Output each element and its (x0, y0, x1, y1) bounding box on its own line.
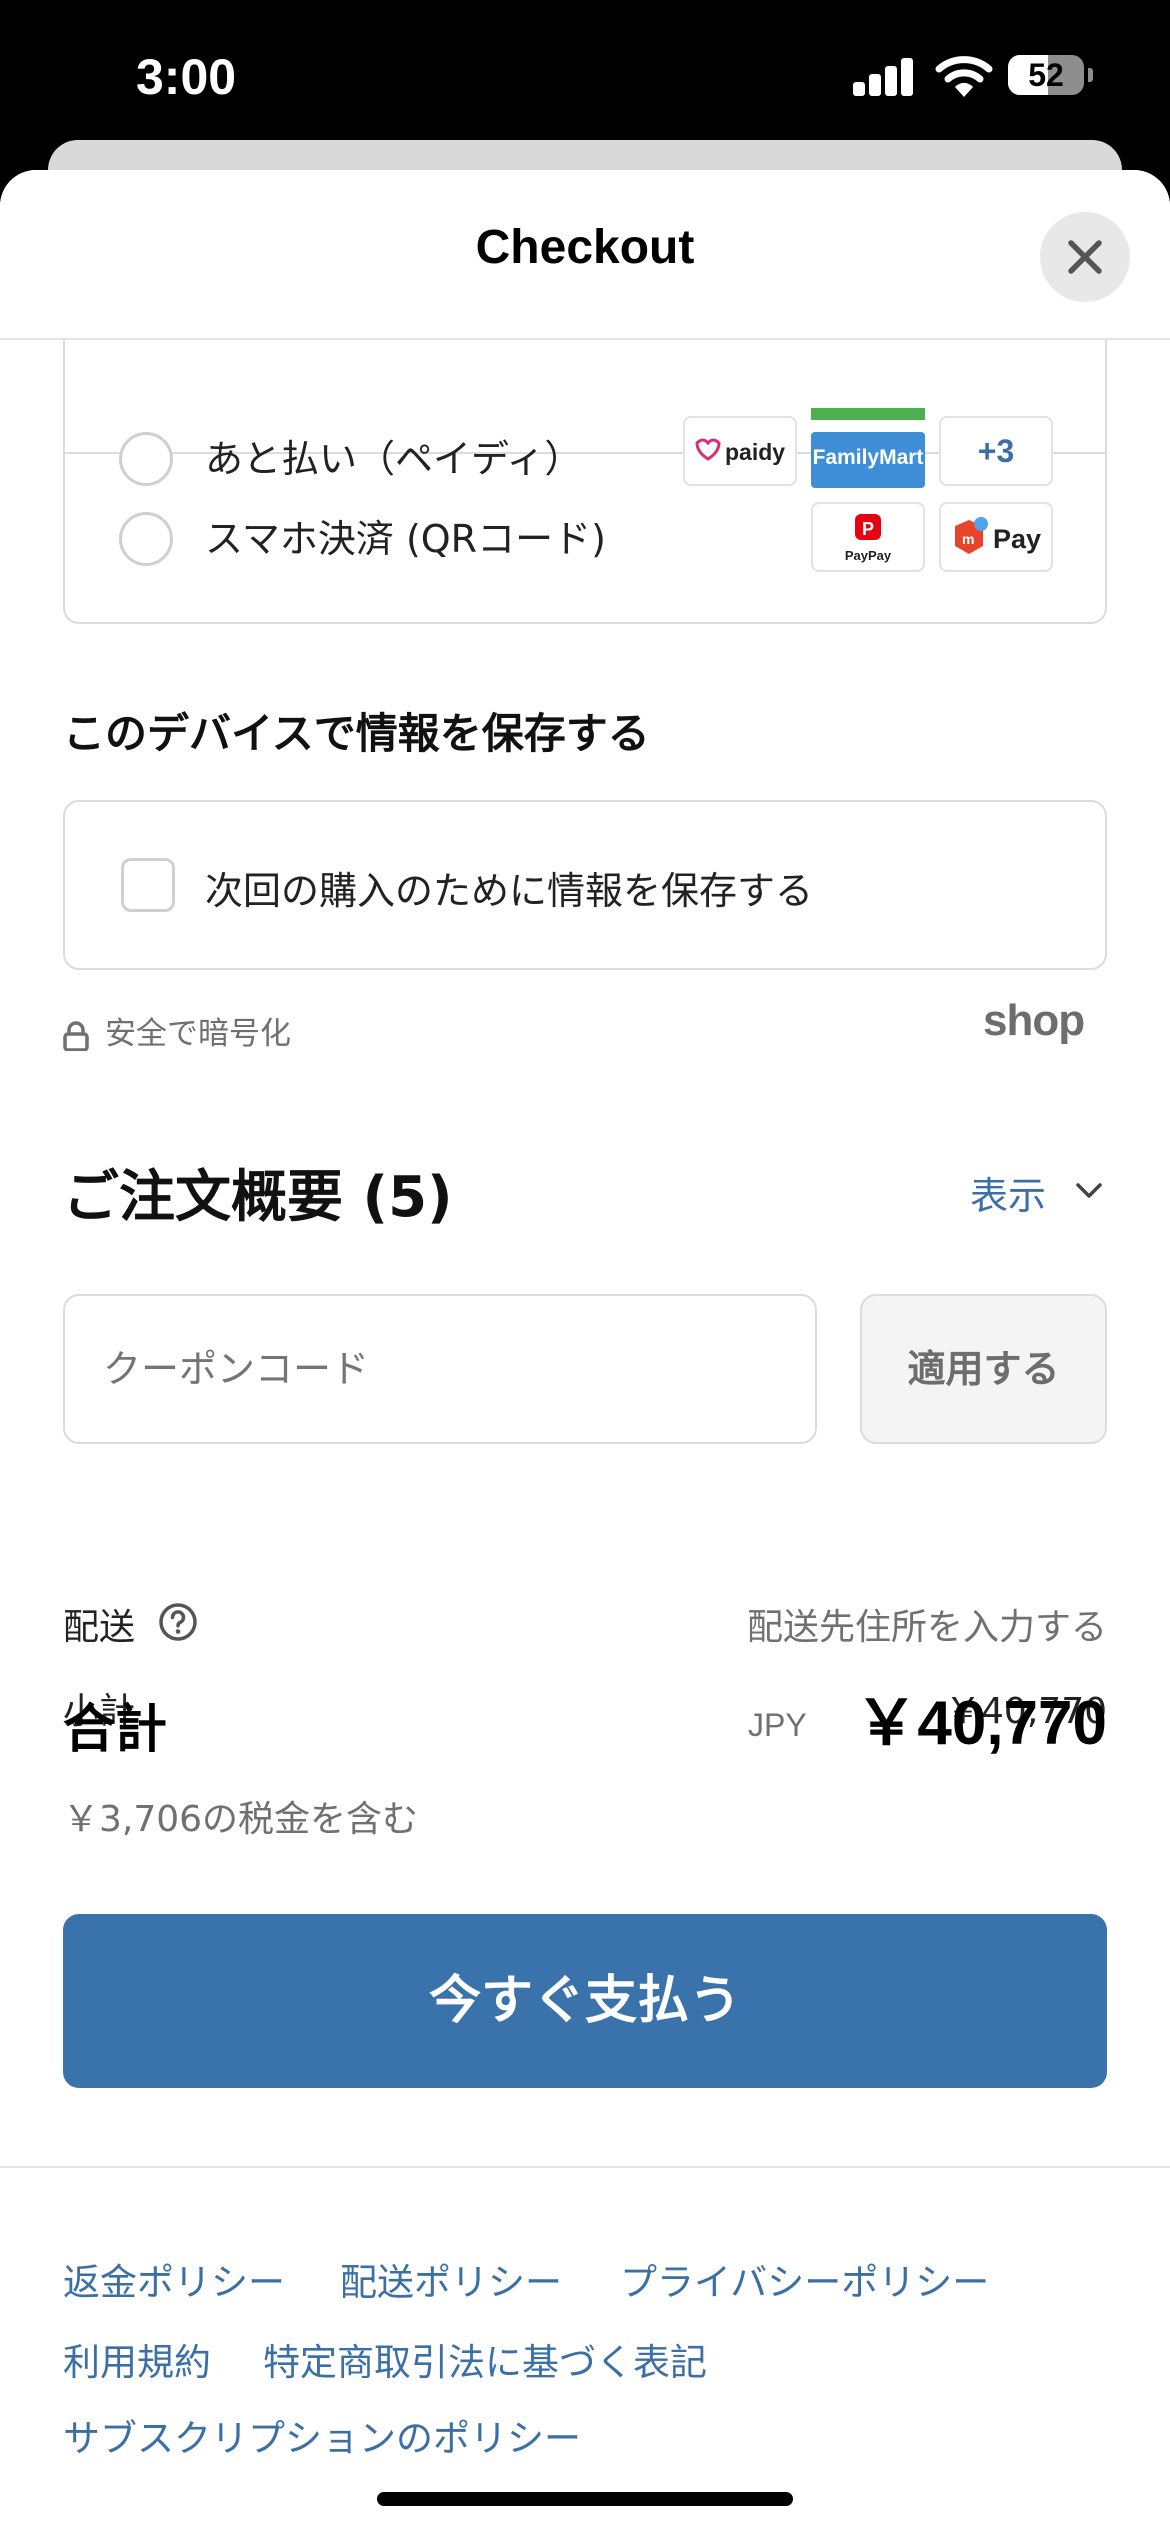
shipping-value: 配送先住所を入力する (746, 1607, 1107, 1648)
close-icon (1068, 240, 1102, 274)
paypay-logo-text: PayPay (845, 548, 892, 563)
battery-icon: 52 (1008, 55, 1084, 95)
paypay-logo: P PayPay (811, 502, 925, 572)
cellular-signal-icon (853, 58, 915, 96)
wifi-icon (935, 56, 993, 97)
help-icon[interactable] (158, 1602, 198, 1642)
save-section-title: このデバイスで情報を保存する (63, 709, 650, 758)
payment-option-qr[interactable]: スマホ決済 (QRコード) P PayPay m Pay (65, 454, 1105, 624)
show-summary-toggle[interactable]: 表示 (970, 1165, 1046, 1220)
close-button[interactable] (1040, 212, 1130, 302)
checkout-header: Checkout (0, 170, 1170, 340)
checkout-sheet: あと払い（ペイディ） paidy FamilyMart +3 スマホ決済 (QR… (0, 170, 1170, 2532)
lock-icon (63, 1020, 89, 1051)
checkout-content: あと払い（ペイディ） paidy FamilyMart +3 スマホ決済 (QR… (0, 170, 1170, 2532)
legal-notice-link[interactable]: 特定商取引法に基づく表記 (263, 2332, 707, 2386)
save-info-label: 次回の購入のために情報を保存する (205, 869, 814, 913)
battery-cap (1088, 68, 1093, 82)
shop-logo: shop (983, 996, 1085, 1045)
svg-text:m: m (962, 531, 974, 547)
shipping-label: 配送 (63, 1607, 136, 1648)
terms-of-service-link[interactable]: 利用規約 (63, 2332, 211, 2386)
svg-text:P: P (862, 519, 874, 539)
pay-now-button[interactable]: 今すぐ支払う (63, 1914, 1107, 2088)
privacy-policy-link[interactable]: プライバシーポリシー (620, 2252, 989, 2306)
shipping-policy-link[interactable]: 配送ポリシー (340, 2252, 562, 2306)
payment-radio[interactable] (119, 512, 173, 566)
page-title: Checkout (475, 221, 695, 274)
secure-text: 安全で暗号化 (105, 1016, 291, 1052)
merpay-logo-text: Pay (993, 524, 1041, 554)
merpay-logo: m Pay (939, 502, 1053, 572)
status-time: 3:00 (136, 49, 237, 105)
apply-coupon-button[interactable]: 適用する (860, 1294, 1107, 1444)
status-bar: 3:00 52 (0, 0, 1170, 150)
chevron-down-icon[interactable] (1075, 1182, 1103, 1200)
battery-level: 52 (1028, 57, 1064, 93)
save-info-checkbox[interactable] (121, 858, 175, 912)
total-label: 合計 (63, 1700, 168, 1760)
payment-label: スマホ決済 (QRコード) (205, 517, 606, 561)
home-indicator (377, 2492, 793, 2506)
footer-divider (0, 2166, 1170, 2168)
order-summary-title: ご注文概要 (5) (63, 1165, 453, 1230)
currency-code: JPY (748, 1707, 807, 1743)
secure-note: 安全で暗号化 (63, 1008, 291, 1053)
tax-note: ￥3,706の税金を含む (63, 1799, 419, 1840)
subscription-policy-link[interactable]: サブスクリプションのポリシー (63, 2408, 581, 2462)
refund-policy-link[interactable]: 返金ポリシー (63, 2252, 285, 2306)
save-info-option[interactable]: 次回の購入のために情報を保存する (63, 800, 1107, 970)
total-value: ￥40,770 (855, 1689, 1107, 1758)
coupon-code-input[interactable] (63, 1294, 817, 1444)
